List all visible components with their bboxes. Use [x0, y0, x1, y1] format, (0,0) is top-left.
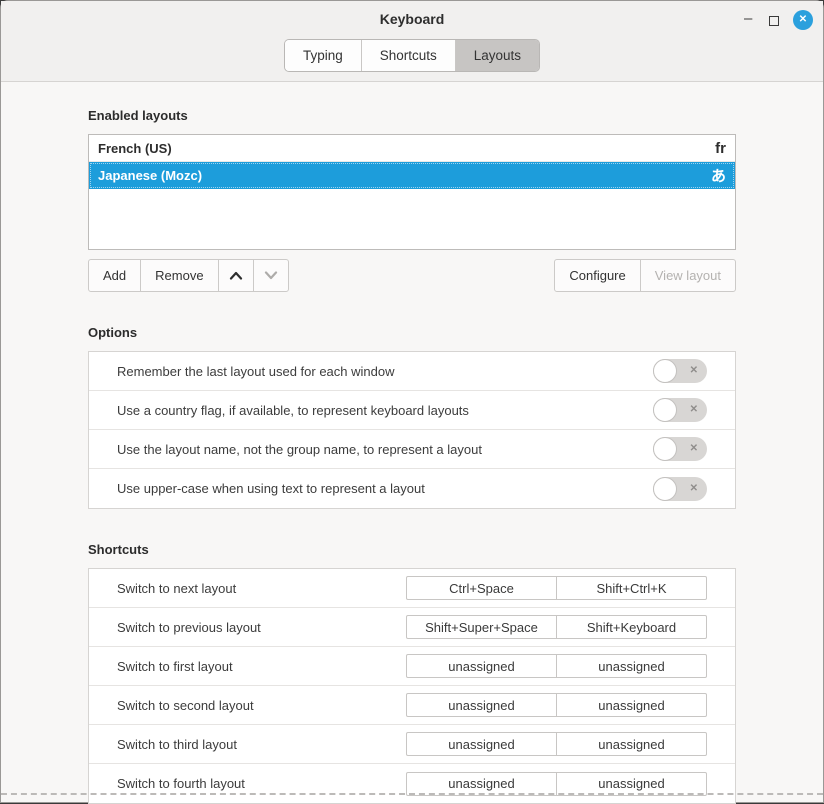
option-label: Remember the last layout used for each w…	[117, 364, 394, 379]
view-layout-button[interactable]: View layout	[640, 259, 736, 292]
keybinding-button[interactable]: unassigned	[556, 732, 707, 756]
layout-indicator: あ	[711, 165, 726, 186]
option-row: Remember the last layout used for each w…	[89, 352, 735, 391]
toggle-upper-case[interactable]: ✕	[653, 477, 707, 501]
remove-button[interactable]: Remove	[140, 259, 218, 292]
enabled-layouts-heading: Enabled layouts	[88, 108, 736, 123]
options-frame: Remember the last layout used for each w…	[88, 351, 736, 509]
toggle-off-icon: ✕	[690, 437, 698, 461]
keybinding-button[interactable]: unassigned	[556, 772, 707, 796]
shortcut-row: Switch to fourth layout unassigned unass…	[89, 764, 735, 803]
keybinding-button[interactable]: Shift+Keyboard	[556, 615, 707, 639]
enabled-layouts-list: French (US) fr Japanese (Mozc) あ	[88, 134, 736, 250]
toggle-country-flag[interactable]: ✕	[653, 398, 707, 422]
toggle-remember-layout[interactable]: ✕	[653, 359, 707, 383]
keybinding-button[interactable]: Shift+Super+Space	[406, 615, 557, 639]
add-button[interactable]: Add	[88, 259, 141, 292]
toggle-off-icon: ✕	[690, 477, 698, 501]
window-resize-grip[interactable]	[1, 793, 823, 795]
option-row: Use a country flag, if available, to rep…	[89, 391, 735, 430]
shortcut-row: Switch to second layout unassigned unass…	[89, 686, 735, 725]
shortcut-label: Switch to first layout	[117, 659, 233, 674]
keybinding-button[interactable]: unassigned	[406, 732, 557, 756]
layout-edit-buttons: Add Remove	[88, 259, 289, 292]
shortcut-label: Switch to next layout	[117, 581, 236, 596]
minimize-icon[interactable]: –	[744, 15, 755, 26]
shortcuts-heading: Shortcuts	[88, 542, 736, 557]
toggle-knob	[653, 359, 677, 383]
layout-name: French (US)	[98, 141, 172, 156]
toggle-layout-name[interactable]: ✕	[653, 437, 707, 461]
shortcut-bindings: Shift+Super+Space Shift+Keyboard	[406, 615, 707, 639]
keybinding-button[interactable]: unassigned	[556, 654, 707, 678]
shortcut-label: Switch to second layout	[117, 698, 254, 713]
keyboard-settings-window: { "window": { "title": "Keyboard", "cont…	[0, 0, 824, 803]
maximize-icon[interactable]	[769, 16, 779, 26]
layout-config-buttons: Configure View layout	[554, 259, 736, 292]
option-row: Use the layout name, not the group name,…	[89, 430, 735, 469]
keybinding-button[interactable]: unassigned	[406, 693, 557, 717]
layout-list-actions: Add Remove Configure View layout	[88, 259, 736, 292]
tab-layouts[interactable]: Layouts	[456, 40, 539, 71]
shortcut-label: Switch to third layout	[117, 737, 237, 752]
shortcut-row: Switch to first layout unassigned unassi…	[89, 647, 735, 686]
window-controls: – ✕	[744, 9, 813, 31]
keybinding-button[interactable]: Ctrl+Space	[406, 576, 557, 600]
shortcut-row: Switch to third layout unassigned unassi…	[89, 725, 735, 764]
tab-typing[interactable]: Typing	[285, 40, 362, 71]
window-title: Keyboard	[1, 9, 823, 29]
layout-name: Japanese (Mozc)	[98, 168, 202, 183]
keybinding-button[interactable]: unassigned	[406, 654, 557, 678]
move-up-button[interactable]	[218, 259, 254, 292]
layout-indicator: fr	[715, 140, 726, 157]
toggle-off-icon: ✕	[690, 359, 698, 383]
window-header: Keyboard – ✕ Typing Shortcuts Layouts	[1, 1, 823, 82]
keybinding-button[interactable]: Shift+Ctrl+K	[556, 576, 707, 600]
shortcut-bindings: unassigned unassigned	[406, 654, 707, 678]
toggle-knob	[653, 437, 677, 461]
shortcuts-frame: Switch to next layout Ctrl+Space Shift+C…	[88, 568, 736, 804]
close-icon[interactable]: ✕	[793, 10, 813, 30]
shortcut-bindings: unassigned unassigned	[406, 772, 707, 796]
move-down-button[interactable]	[253, 259, 289, 292]
shortcut-label: Switch to fourth layout	[117, 776, 245, 791]
shortcut-bindings: unassigned unassigned	[406, 693, 707, 717]
toggle-off-icon: ✕	[690, 398, 698, 422]
shortcut-bindings: Ctrl+Space Shift+Ctrl+K	[406, 576, 707, 600]
layout-row-japanese[interactable]: Japanese (Mozc) あ	[89, 162, 735, 189]
option-label: Use the layout name, not the group name,…	[117, 442, 482, 457]
titlebar: Keyboard – ✕	[1, 9, 823, 33]
chevron-up-icon	[229, 271, 243, 280]
main-content: Enabled layouts French (US) fr Japanese …	[1, 108, 823, 804]
layout-row-french[interactable]: French (US) fr	[89, 135, 735, 162]
chevron-down-icon	[264, 271, 278, 280]
shortcut-row: Switch to previous layout Shift+Super+Sp…	[89, 608, 735, 647]
shortcut-bindings: unassigned unassigned	[406, 732, 707, 756]
tab-shortcuts[interactable]: Shortcuts	[362, 40, 456, 71]
option-label: Use upper-case when using text to repres…	[117, 481, 425, 496]
shortcut-label: Switch to previous layout	[117, 620, 261, 635]
options-heading: Options	[88, 325, 736, 340]
configure-button[interactable]: Configure	[554, 259, 640, 292]
toggle-knob	[653, 477, 677, 501]
toggle-knob	[653, 398, 677, 422]
option-row: Use upper-case when using text to repres…	[89, 469, 735, 508]
shortcut-row: Switch to next layout Ctrl+Space Shift+C…	[89, 569, 735, 608]
option-label: Use a country flag, if available, to rep…	[117, 403, 469, 418]
keybinding-button[interactable]: unassigned	[406, 772, 557, 796]
tab-bar: Typing Shortcuts Layouts	[1, 33, 823, 81]
keybinding-button[interactable]: unassigned	[556, 693, 707, 717]
